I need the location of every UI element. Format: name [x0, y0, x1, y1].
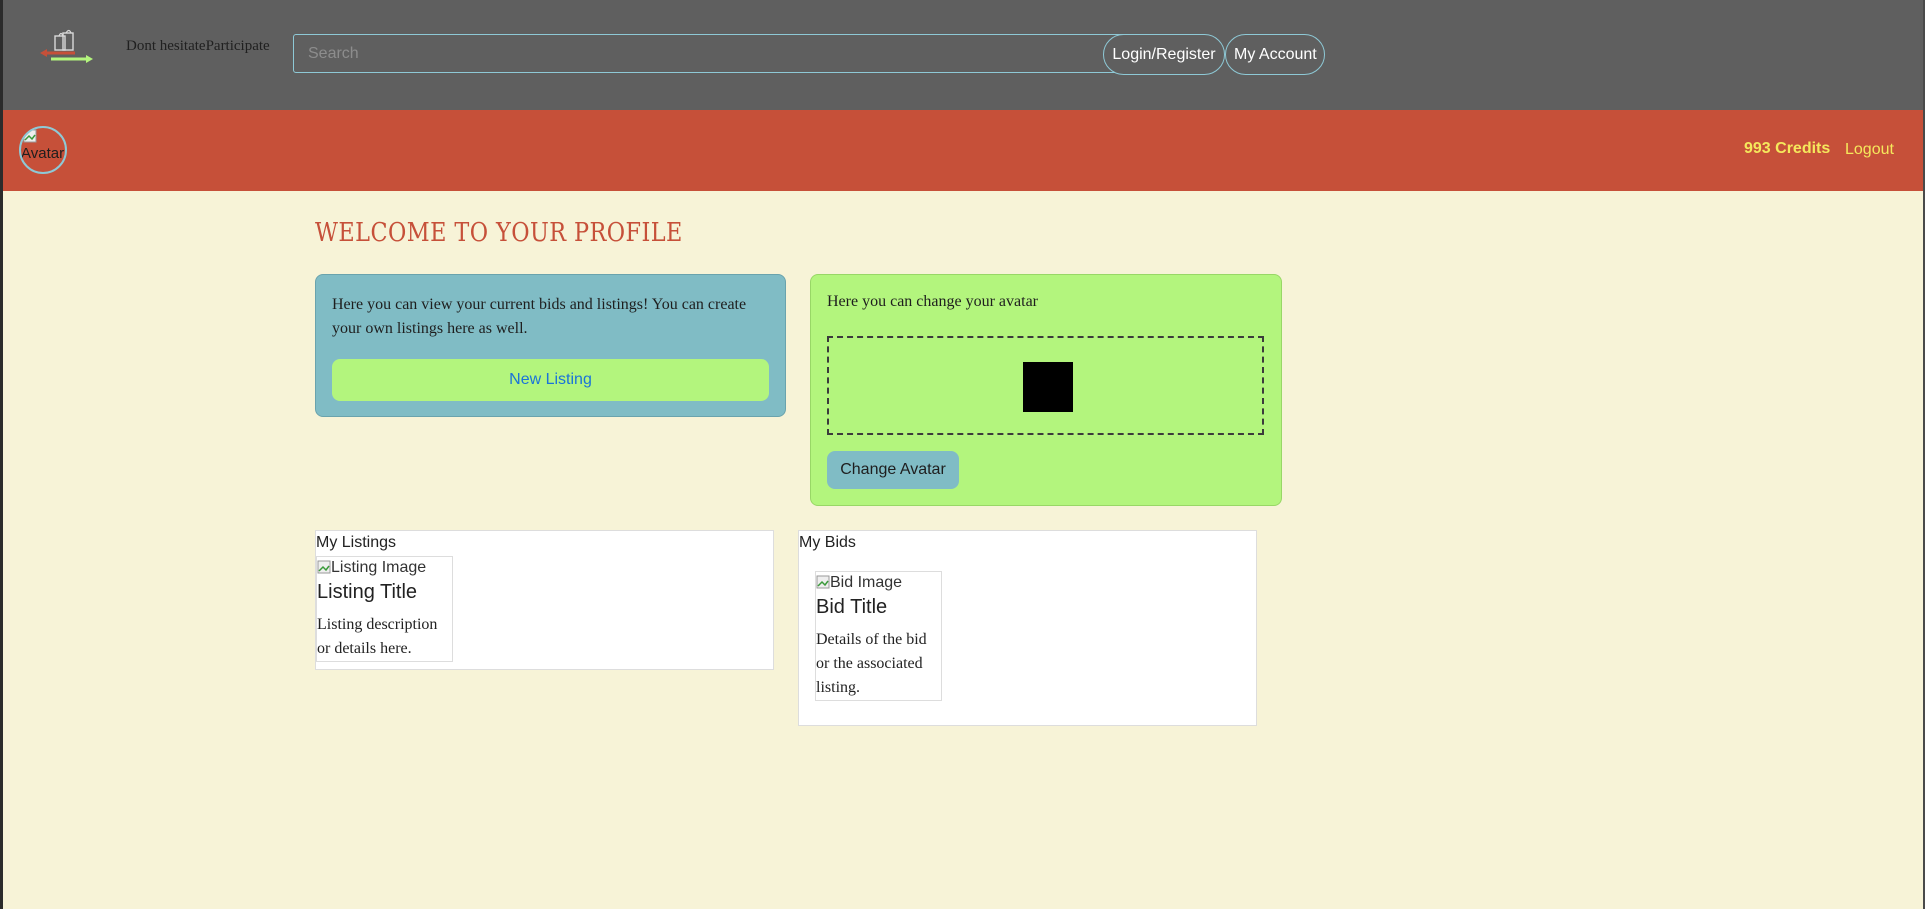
avatar-preview [1023, 362, 1073, 412]
my-account-button[interactable]: My Account [1225, 34, 1325, 75]
listing-image: Listing Image [317, 559, 426, 577]
broken-image-icon [816, 575, 830, 589]
avatar-dropzone[interactable] [827, 336, 1264, 435]
listings-info-card: Here you can view your current bids and … [315, 274, 786, 417]
new-listing-button[interactable]: New Listing [332, 359, 769, 401]
my-bids-panel: My Bids Bid Image Bid Title Details of t… [798, 530, 1257, 726]
broken-image-icon [317, 560, 331, 574]
avatar-card-text: Here you can change your avatar [827, 293, 1038, 310]
listing-image-alt: Listing Image [331, 559, 427, 576]
avatar-alt-text: Avatar [21, 145, 65, 162]
bid-description: Details of the bid or the associated lis… [816, 631, 927, 696]
avatar-card: Here you can change your avatar Change A… [810, 274, 1282, 506]
top-navbar: Dont hesitateParticipate Login/Register … [3, 0, 1923, 110]
user-bar: Avatar 993 Credits Logout [3, 110, 1923, 191]
my-listings-title: My Listings [316, 534, 397, 551]
listing-item[interactable]: Listing Image Listing Title Listing desc… [316, 556, 453, 662]
logout-link[interactable]: Logout [1845, 141, 1894, 159]
listing-title: Listing Title [317, 581, 418, 603]
avatar[interactable]: Avatar [19, 126, 67, 174]
listings-info-text: Here you can view your current bids and … [332, 296, 747, 337]
bid-image-alt: Bid Image [830, 574, 903, 591]
credits-balance: 993 Credits [1744, 140, 1831, 157]
logo-icon[interactable] [37, 28, 97, 73]
search-input[interactable] [293, 34, 1159, 73]
login-register-button[interactable]: Login/Register [1103, 34, 1225, 75]
bid-title: Bid Title [816, 596, 888, 618]
my-bids-title: My Bids [799, 534, 856, 551]
change-avatar-button[interactable]: Change Avatar [827, 451, 959, 489]
bid-image: Bid Image [816, 574, 902, 592]
listing-description: Listing description or details here. [317, 616, 438, 657]
my-listings-panel: My Listings Listing Image Listing Title … [315, 530, 774, 670]
bid-item[interactable]: Bid Image Bid Title Details of the bid o… [815, 571, 942, 701]
site-slogan: Dont hesitateParticipate [126, 38, 270, 54]
broken-image-icon [23, 129, 37, 143]
page-title: WELCOME TO YOUR PROFILE [315, 218, 683, 248]
